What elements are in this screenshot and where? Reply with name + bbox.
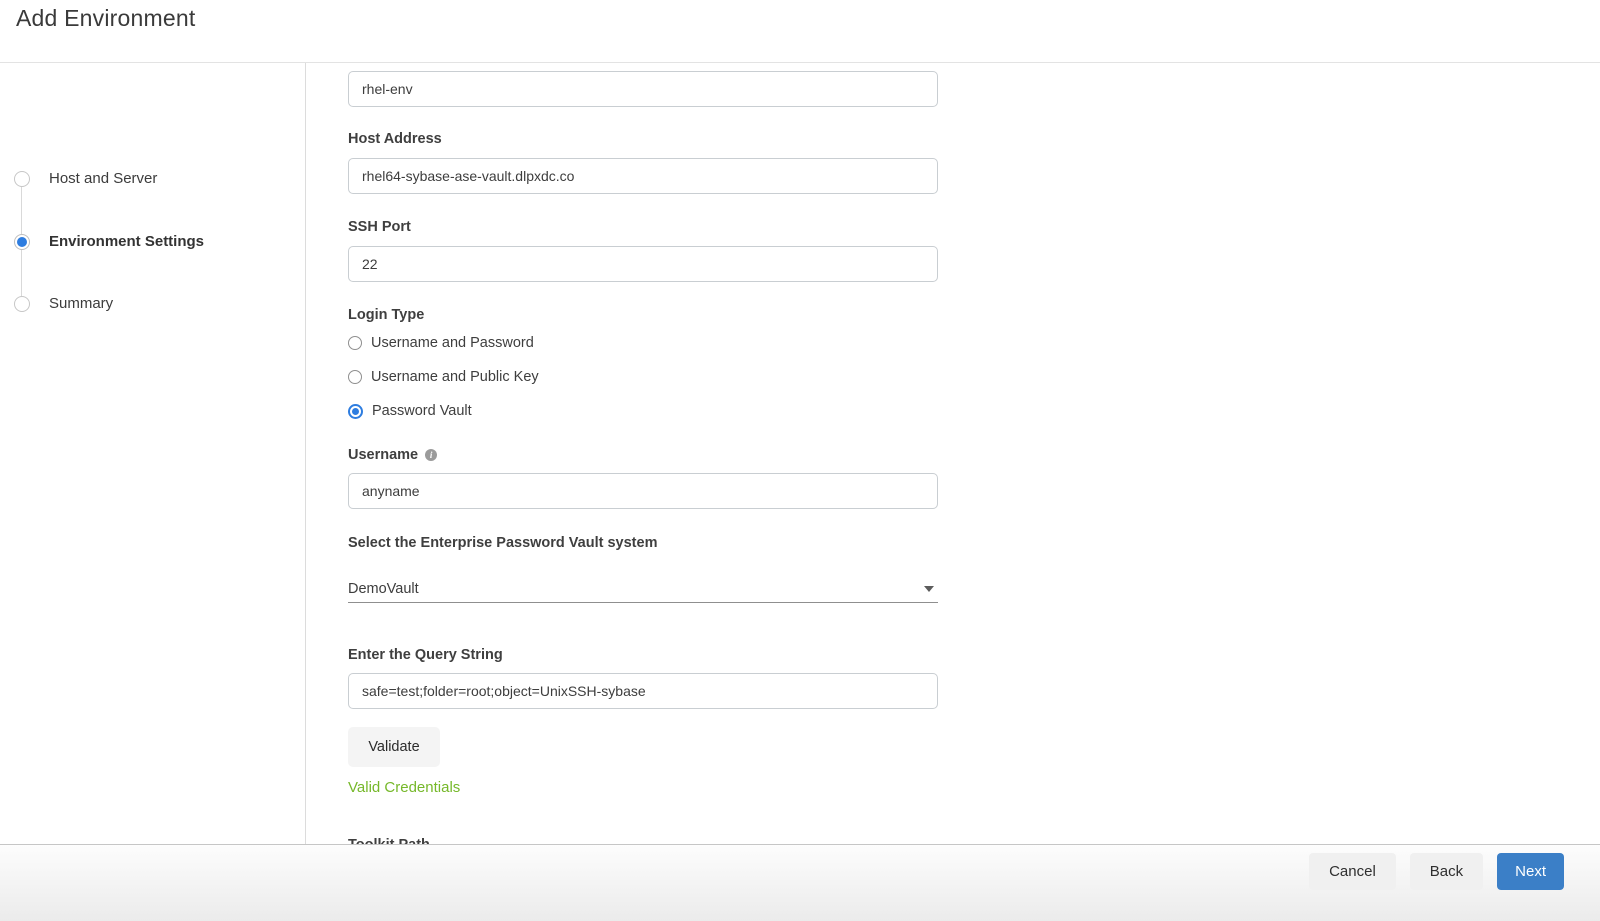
host-address-input[interactable] [348,158,938,194]
vault-system-select[interactable]: DemoVault [348,575,938,603]
username-label-row: Username i [348,447,438,463]
radio-username-and-password[interactable]: Username and Password [348,334,534,352]
host-address-label: Host Address [348,131,442,147]
login-type-label: Login Type [348,307,425,323]
info-icon[interactable]: i [425,449,438,461]
clipped-next-field-label: Toolkit Path [348,837,648,844]
step-label: Summary [49,295,114,312]
radio-selected-icon [348,403,363,419]
add-environment-wizard: Add Environment Host and Server Environm… [0,0,1600,921]
ssh-port-input[interactable] [348,246,938,282]
clipped-next-field: Toolkit Path [348,837,648,844]
radio-password-vault[interactable]: Password Vault [348,402,472,420]
step-label: Host and Server [49,170,158,187]
environment-name-input[interactable] [348,71,938,107]
query-string-input[interactable] [348,673,938,709]
stepper-step-environment-settings[interactable]: Environment Settings [0,233,306,250]
cancel-button[interactable]: Cancel [1309,853,1396,890]
username-input[interactable] [348,473,938,509]
wizard-stepper-sidebar: Host and Server Environment Settings Sum… [0,63,306,845]
query-string-label: Enter the Query String [348,647,503,663]
stepper-step-summary[interactable]: Summary [0,295,306,312]
page-title: Add Environment [16,5,196,31]
step-incomplete-circle-icon [14,295,30,312]
next-button[interactable]: Next [1497,853,1564,890]
footer-buttons: Cancel Back Next [1309,853,1564,890]
stepper-step-host-and-server[interactable]: Host and Server [0,170,306,187]
vault-system-label: Select the Enterprise Password Vault sys… [348,535,658,551]
step-incomplete-circle-icon [14,170,30,187]
step-active-circle-icon [14,233,30,250]
step-label: Environment Settings [49,233,205,250]
radio-label: Username and Password [371,335,534,351]
footer-action-bar: Cancel Back Next [0,845,1600,921]
radio-label: Username and Public Key [371,369,539,385]
radio-label: Password Vault [372,403,472,419]
vault-system-selected-value: DemoVault [348,580,419,597]
radio-unselected-icon [348,370,362,384]
caret-down-icon [924,585,934,592]
back-button[interactable]: Back [1409,853,1484,890]
validate-button[interactable]: Validate [348,727,440,767]
radio-username-and-public-key[interactable]: Username and Public Key [348,368,539,386]
ssh-port-label: SSH Port [348,219,411,235]
radio-unselected-icon [348,336,362,350]
validation-status-text: Valid Credentials [348,779,461,796]
username-label: Username [348,447,419,463]
